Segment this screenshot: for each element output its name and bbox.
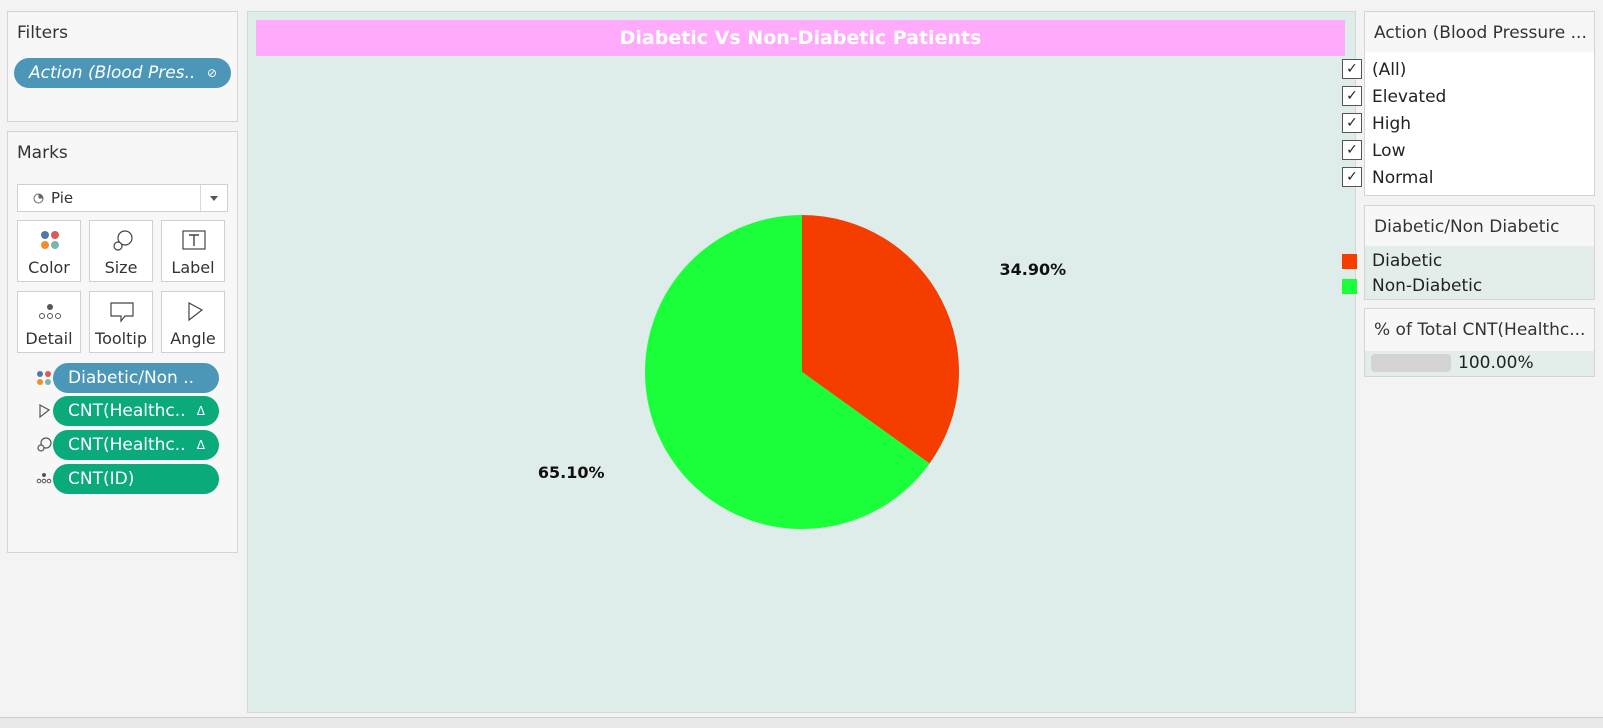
bp-option-label: Elevated [1372, 87, 1447, 107]
field-pill-cnt-id[interactable]: CNT(ID) [53, 464, 219, 494]
chevron-down-icon [210, 196, 218, 201]
color-shelf-icon [37, 371, 51, 385]
bp-option-low[interactable]: ✓ Low [1342, 139, 1406, 163]
filters-title: Filters [17, 23, 68, 43]
pie-chart[interactable]: 34.90% 65.10% [248, 12, 1357, 714]
marks-card: Marks Pie Color Size Label Detail Toolti… [7, 131, 238, 553]
label-label: Label [171, 258, 215, 277]
size-label: Size [104, 258, 138, 277]
angle-button[interactable]: Angle [161, 291, 225, 353]
pie-type-icon [33, 193, 44, 204]
text-label-icon [182, 230, 206, 250]
checkbox[interactable]: ✓ [1342, 140, 1362, 160]
checkbox[interactable]: ✓ [1342, 86, 1362, 106]
filter-pill-label: Action (Blood Pres.. [29, 63, 196, 83]
field-pill-label: CNT(ID) [68, 469, 135, 489]
field-pill-cnt-size[interactable]: CNT(Healthc.. Δ [53, 430, 219, 460]
detail-shelf-icon [36, 473, 52, 484]
bp-option-high[interactable]: ✓ High [1342, 112, 1412, 136]
link-icon: ⊘ [206, 66, 217, 80]
legend-label: Diabetic [1372, 251, 1443, 271]
legend-item-diabetic[interactable]: Diabetic [1342, 249, 1443, 273]
checkbox[interactable]: ✓ [1342, 59, 1362, 79]
size-legend-title: % of Total CNT(Healthc... [1374, 320, 1586, 340]
dropdown-toggle[interactable] [200, 185, 227, 211]
pie-label-non-diabetic: 65.10% [538, 463, 605, 482]
checkbox[interactable]: ✓ [1342, 113, 1362, 133]
detail-button[interactable]: Detail [17, 291, 81, 353]
bp-option-label: (All) [1372, 60, 1407, 80]
detail-label: Detail [25, 329, 73, 348]
bp-filter-title: Action (Blood Pressure ... [1374, 23, 1587, 43]
color-legend-title: Diabetic/Non Diabetic [1374, 217, 1560, 237]
tooltip-icon [110, 302, 134, 323]
viz-pane[interactable]: Diabetic Vs Non-Diabetic Patients 34.90%… [247, 11, 1356, 713]
label-button[interactable]: Label [161, 220, 225, 282]
detail-icon [39, 304, 61, 319]
size-icon [113, 230, 133, 251]
color-label: Color [28, 258, 70, 277]
legend-item-non-diabetic[interactable]: Non-Diabetic [1342, 274, 1483, 298]
sheet-tabs-bar[interactable] [0, 717, 1603, 728]
legend-swatch-diabetic [1342, 254, 1357, 269]
marks-title: Marks [17, 143, 68, 163]
pie-label-diabetic: 34.90% [999, 260, 1066, 279]
color-button[interactable]: Color [17, 220, 81, 282]
bp-option-all[interactable]: ✓ (All) [1342, 58, 1407, 82]
bp-option-elevated[interactable]: ✓ Elevated [1342, 85, 1447, 109]
mark-type-label: Pie [51, 189, 74, 207]
field-pill-diabetic[interactable]: Diabetic/Non .. [53, 363, 219, 393]
delta-icon: Δ [196, 404, 205, 418]
tooltip-button[interactable]: Tooltip [89, 291, 153, 353]
legend-label: Non-Diabetic [1372, 276, 1483, 296]
tooltip-label: Tooltip [95, 329, 147, 348]
size-legend-swatch [1371, 354, 1451, 372]
delta-icon: Δ [196, 438, 205, 452]
filter-pill-blood-pressure[interactable]: Action (Blood Pres.. ⊘ [14, 58, 231, 88]
color-icon [41, 231, 59, 249]
bp-option-normal[interactable]: ✓ Normal [1342, 166, 1434, 190]
size-button[interactable]: Size [89, 220, 153, 282]
size-shelf-icon [37, 437, 52, 452]
bp-option-label: Normal [1372, 168, 1434, 188]
size-legend-card: % of Total CNT(Healthc... 100.00% [1364, 308, 1595, 377]
field-pill-label: CNT(Healthc.. [68, 435, 186, 455]
angle-label: Angle [170, 329, 216, 348]
angle-shelf-icon [39, 403, 51, 419]
checkbox[interactable]: ✓ [1342, 167, 1362, 187]
filters-card: Filters Action (Blood Pres.. ⊘ [7, 11, 238, 122]
bp-option-label: Low [1372, 141, 1406, 161]
field-pill-label: CNT(Healthc.. [68, 401, 186, 421]
angle-icon [188, 301, 204, 322]
size-legend-value: 100.00% [1458, 353, 1534, 373]
legend-swatch-non-diabetic [1342, 279, 1357, 294]
field-pill-label: Diabetic/Non .. [68, 368, 195, 388]
bp-option-label: High [1372, 114, 1412, 134]
mark-type-dropdown[interactable]: Pie [17, 184, 228, 212]
field-pill-cnt-angle[interactable]: CNT(Healthc.. Δ [53, 396, 219, 426]
